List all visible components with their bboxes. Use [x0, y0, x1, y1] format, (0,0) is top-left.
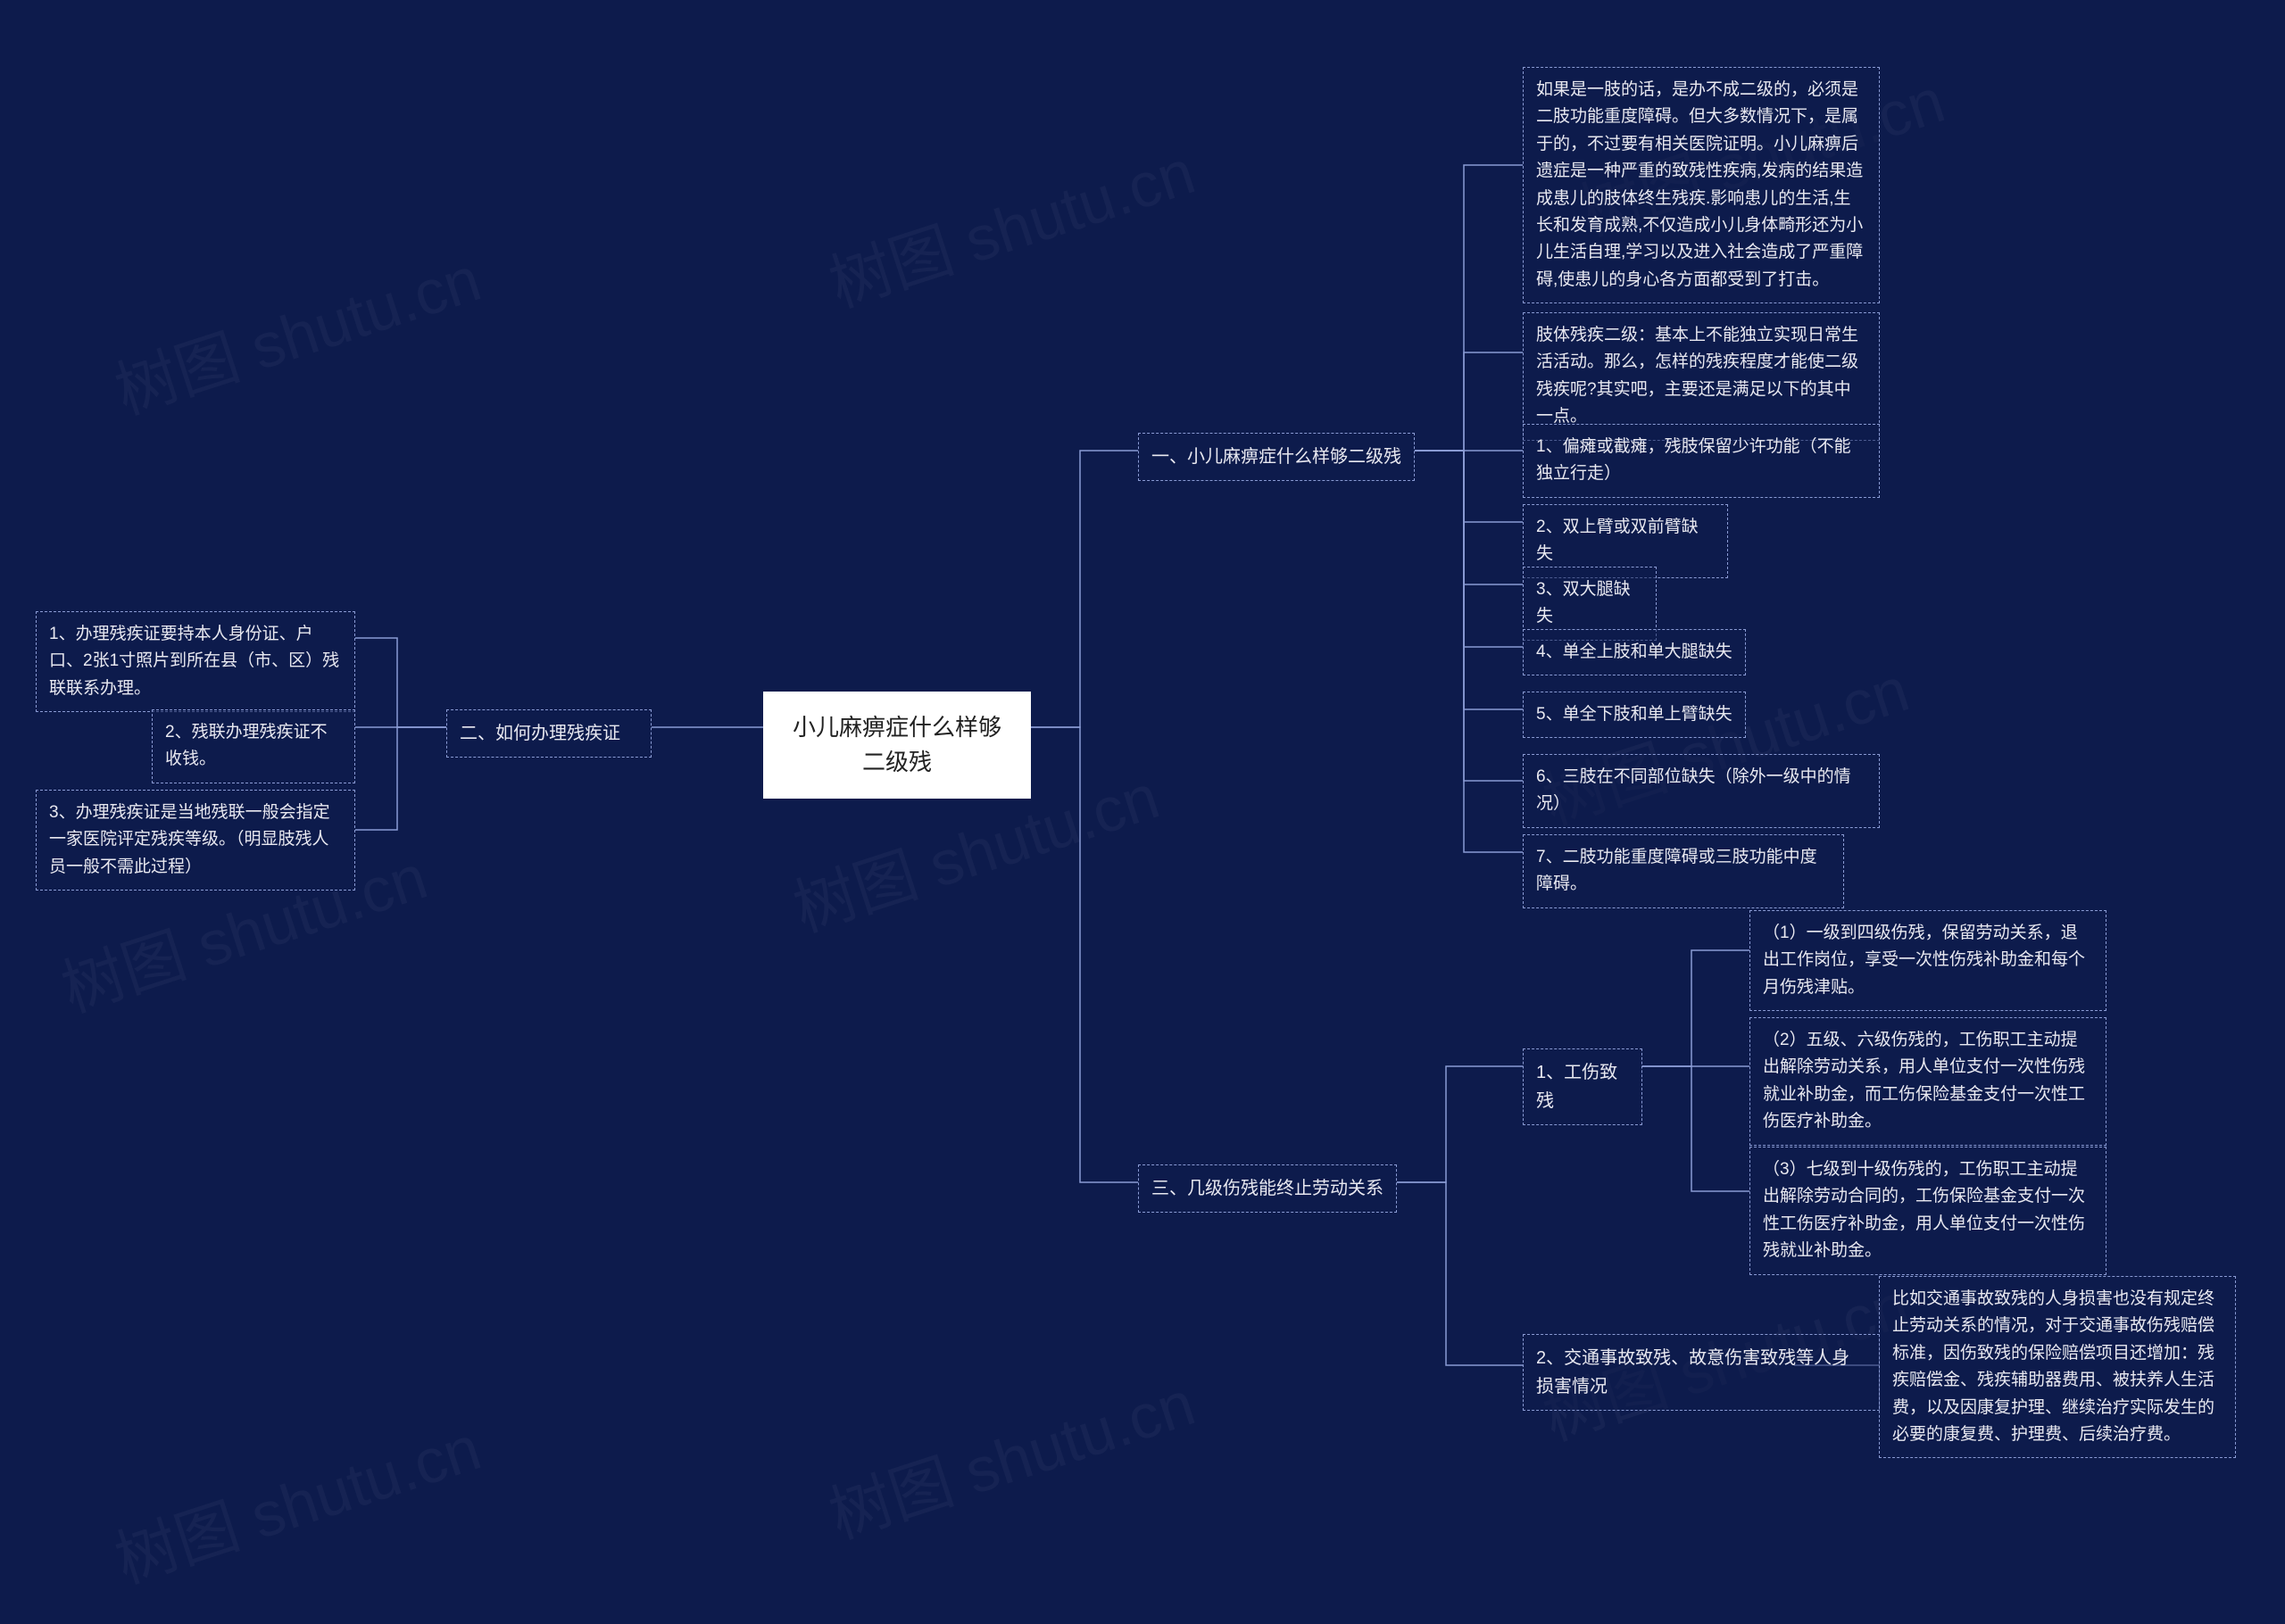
- watermark: 树图 shutu.cn: [817, 1354, 1205, 1556]
- root-node: 小儿麻痹症什么样够二级残: [763, 692, 1031, 799]
- branch-1-item-1: 肢体残疾二级：基本上不能独立实现日常生活活动。那么，怎样的残疾程度才能使二级残疾…: [1523, 312, 1880, 441]
- branch-2-title: 二、如何办理残疾证: [446, 709, 652, 758]
- branch-3-sub2-title: 2、交通事故致残、故意伤害致残等人身损害情况: [1523, 1334, 1880, 1411]
- branch-3-sub1-item-0: （1）一级到四级伤残，保留劳动关系，退出工作岗位，享受一次性伤残补助金和每个月伤…: [1749, 910, 2106, 1011]
- branch-3-sub1-title: 1、工伤致残: [1523, 1048, 1642, 1125]
- branch-1-title: 一、小儿麻痹症什么样够二级残: [1138, 433, 1415, 481]
- branch-1-item-7: 6、三肢在不同部位缺失（除外一级中的情况）: [1523, 754, 1880, 828]
- branch-2-item-1: 2、残联办理残疾证不收钱。: [152, 709, 355, 783]
- watermark: 树图 shutu.cn: [103, 1398, 491, 1601]
- branch-1-item-8: 7、二肢功能重度障碍或三肢功能中度障碍。: [1523, 834, 1844, 908]
- watermark: 树图 shutu.cn: [103, 229, 491, 432]
- branch-3-sub1-item-2: （3）七级到十级伤残的，工伤职工主动提出解除劳动合同的，工伤保险基金支付一次性工…: [1749, 1147, 2106, 1275]
- branch-1-item-0: 如果是一肢的话，是办不成二级的，必须是二肢功能重度障碍。但大多数情况下，是属于的…: [1523, 67, 1880, 303]
- branch-3-sub2-content: 比如交通事故致残的人身损害也没有规定终止劳动关系的情况，对于交通事故伤残赔偿标准…: [1879, 1276, 2236, 1458]
- branch-3-sub1-item-1: （2）五级、六级伤残的，工伤职工主动提出解除劳动关系，用人单位支付一次性伤残就业…: [1749, 1017, 2106, 1146]
- branch-1-item-6: 5、单全下肢和单上臂缺失: [1523, 692, 1746, 738]
- branch-2-item-2: 3、办理残疾证是当地残联一般会指定一家医院评定残疾等级。（明显肢残人员一般不需此…: [36, 790, 355, 891]
- watermark: 树图 shutu.cn: [817, 122, 1205, 325]
- branch-1-item-2: 1、偏瘫或截瘫，残肢保留少许功能（不能独立行走）: [1523, 424, 1880, 498]
- branch-1-item-5: 4、单全上肢和单大腿缺失: [1523, 629, 1746, 675]
- branch-3-title: 三、几级伤残能终止劳动关系: [1138, 1164, 1397, 1213]
- branch-2-item-0: 1、办理残疾证要持本人身份证、户口、2张1寸照片到所在县（市、区）残联联系办理。: [36, 611, 355, 712]
